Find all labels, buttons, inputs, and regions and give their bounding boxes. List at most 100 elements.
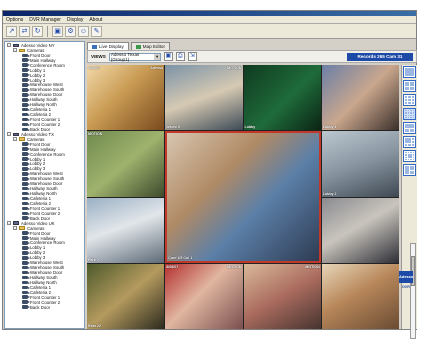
tab-live-display[interactable]: Live Display: [87, 42, 129, 50]
camera-view-cell-big[interactable]: Conf 1/5 Col 1: [165, 131, 321, 263]
camera-icon: [22, 107, 30, 112]
export-icon[interactable]: ⇲: [187, 52, 197, 61]
camera-icon: [22, 196, 30, 201]
refresh-icon[interactable]: ↻: [32, 25, 43, 37]
expand-icon[interactable]: -: [7, 132, 11, 137]
tree-camera[interactable]: Back Door: [6, 305, 84, 310]
toolbar: ↗ ⇄ ↻ ▣ ⚙ ☺ ✎: [3, 24, 416, 39]
save-view-icon[interactable]: ▣: [163, 52, 173, 61]
camera-icon: [22, 270, 30, 275]
expand-icon[interactable]: -: [13, 137, 17, 142]
status-text: Records 265 Cam 31: [357, 54, 403, 59]
layout-1-plus-7-icon[interactable]: [403, 136, 416, 148]
camera-icon: [22, 117, 30, 122]
camera-icon: [22, 162, 30, 166]
camera-view-cell-9[interactable]: Park 2: [87, 197, 165, 263]
brand-subtitle: DVR: [402, 285, 410, 289]
main-panel: Live Display Map Editor VIEWS Adesso Tex…: [87, 41, 417, 339]
menu-dvr-manager[interactable]: DVR Manager: [29, 17, 61, 23]
brand-logo: Adesso: [399, 271, 413, 283]
expand-icon[interactable]: -: [13, 48, 17, 53]
layout-4x4-icon[interactable]: [403, 108, 416, 120]
dvr-tree[interactable]: - Adesso Video NY - Cameras Front Door Main H…: [4, 41, 85, 329]
camera-icon: [22, 112, 30, 117]
camera-icon: [22, 300, 30, 305]
camera-icon: [22, 93, 30, 97]
status-readout: Records 265 Cam 31: [347, 52, 413, 61]
camera-icon: [22, 68, 30, 72]
camera-overlay-text: MOTION: [227, 66, 242, 70]
camera-overlay-text: Lobby 1: [322, 125, 337, 130]
live-display-icon: [92, 44, 97, 49]
menu-options[interactable]: Options: [6, 17, 23, 23]
camera-view-cell-4[interactable]: Lobby 1: [321, 65, 399, 131]
camera-icon: [22, 88, 30, 92]
camera-view-cell-12[interactable]: [321, 197, 399, 263]
views-label: VIEWS: [91, 54, 106, 59]
tree-label: Back Door: [30, 304, 51, 310]
disconnect-icon[interactable]: ⇄: [19, 25, 30, 37]
camera-icon: [22, 78, 30, 82]
camera-icon: [22, 216, 30, 221]
camera-icon: [22, 285, 30, 290]
camera-icon: [22, 305, 30, 309]
connect-icon[interactable]: ↗: [6, 25, 17, 37]
camera-view-cell-5[interactable]: MOTION: [87, 131, 165, 197]
print-icon[interactable]: ⎙: [175, 52, 185, 61]
folder-icon: [19, 226, 25, 230]
camera-icon: [22, 147, 30, 151]
camera-view-cell-1[interactable]: 8/08/07 Adesso: [87, 65, 165, 131]
folder-icon: [19, 48, 25, 53]
camera-overlay-text: MOTION: [305, 264, 320, 269]
camera-icon: [22, 211, 30, 216]
camera-icon: [22, 176, 30, 181]
brand-top: Adesso: [399, 274, 414, 279]
tab-map-editor[interactable]: Map Editor: [130, 42, 170, 50]
camera-icon: [22, 206, 30, 211]
tab-map-editor-label: Map Editor: [142, 44, 165, 49]
server-icon: [13, 43, 19, 48]
layout-3x3-icon[interactable]: [403, 94, 416, 106]
camera-icon: [22, 127, 30, 132]
camera-view-cell-14[interactable]: 8/08/07 MOTION: [165, 263, 243, 329]
camera-icon: [22, 172, 30, 176]
camera-view-cell-13[interactable]: Rear 22: [87, 263, 165, 329]
camera-overlay-text: Lobby 2: [322, 191, 337, 196]
camera-view-cell-15[interactable]: MOTION: [243, 263, 321, 329]
user-icon[interactable]: ☺: [78, 25, 89, 37]
camera-view-cell-16[interactable]: [321, 263, 399, 329]
layout-1-plus-5-icon[interactable]: [403, 122, 416, 134]
camera-icon: [22, 255, 30, 260]
expand-icon[interactable]: -: [13, 226, 17, 231]
tab-live-display-label: Live Display: [99, 44, 124, 49]
camera-icon: [22, 295, 30, 300]
layout-2x2-icon[interactable]: [403, 80, 416, 92]
menu-bar: Options DVR Manager Display About: [3, 16, 416, 24]
camera-overlay-text: MOTION: [88, 132, 103, 137]
camera-overlay-text: 8/08/07: [88, 66, 100, 70]
menu-about[interactable]: About: [89, 17, 102, 23]
settings-icon[interactable]: ⚙: [65, 25, 76, 37]
layout-1x1-icon[interactable]: [403, 66, 416, 78]
layout-1-plus-12-icon[interactable]: [403, 150, 416, 162]
camera-view-cell-8[interactable]: Lobby 2: [321, 131, 399, 197]
camera-view-cell-2[interactable]: MOTION Wsrve 5: [165, 65, 243, 131]
save-icon[interactable]: ▣: [52, 25, 63, 37]
camera-icon: [22, 241, 30, 245]
camera-icon: [22, 290, 30, 295]
chevron-down-icon: ▼: [154, 53, 160, 60]
view-control-bar: VIEWS Adesso Texas (Group1) ▼ ▣ ⎙ ⇲ Reco…: [87, 50, 417, 63]
map-editor-icon: [135, 44, 141, 49]
camera-overlay-text: Park 2: [88, 257, 99, 262]
tab-strip: Live Display Map Editor: [87, 41, 417, 50]
layout-custom-icon[interactable]: [403, 164, 416, 176]
view-select[interactable]: Adesso Texas (Group1) ▼: [108, 52, 161, 62]
toolbar-separator: [47, 25, 48, 37]
menu-display[interactable]: Display: [67, 17, 83, 23]
expand-icon[interactable]: -: [7, 43, 11, 48]
camera-view-cell-3[interactable]: Lobby: [243, 65, 321, 131]
camera-icon: [22, 251, 30, 255]
camera-icon: [22, 73, 30, 77]
tools-icon[interactable]: ✎: [91, 25, 102, 37]
expand-icon[interactable]: -: [7, 221, 11, 226]
